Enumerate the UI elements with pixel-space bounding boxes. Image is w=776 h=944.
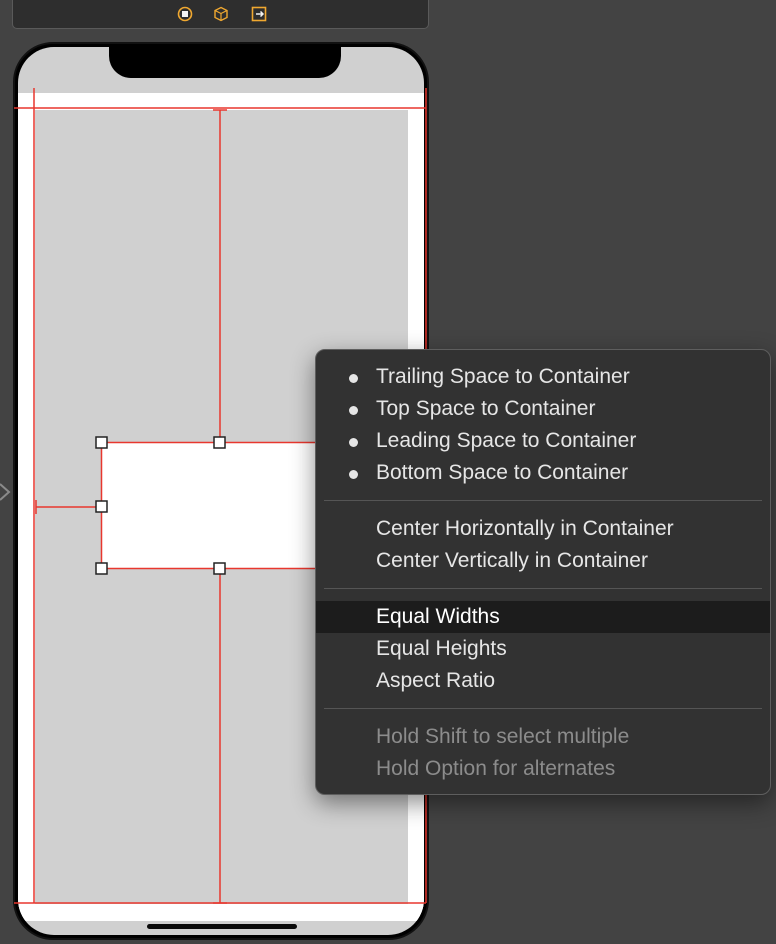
exit-icon[interactable] — [251, 6, 267, 22]
menu-hint-shift: Hold Shift to select multiple — [376, 725, 630, 748]
menu-item-top-space[interactable]: Top Space to Container — [316, 393, 770, 425]
menu-separator — [324, 588, 762, 589]
first-responder-icon[interactable] — [213, 6, 229, 22]
menu-hint-option: Hold Option for alternates — [376, 757, 616, 780]
menu-item-aspect-ratio[interactable]: Aspect Ratio — [316, 665, 770, 697]
home-indicator — [147, 924, 297, 929]
menu-item-center-vertically[interactable]: Center Vertically in Container — [316, 545, 770, 577]
selected-view[interactable] — [101, 442, 341, 569]
menu-item-trailing-space[interactable]: Trailing Space to Container — [316, 361, 770, 393]
menu-item-leading-space[interactable]: Leading Space to Container — [316, 425, 770, 457]
bullet-icon — [349, 438, 358, 447]
menu-separator — [324, 708, 762, 709]
safe-area-bottom — [18, 904, 424, 921]
menu-item-bottom-space[interactable]: Bottom Space to Container — [316, 457, 770, 489]
menu-item-equal-heights[interactable]: Equal Heights — [316, 633, 770, 665]
menu-separator — [324, 500, 762, 501]
safe-area-top — [18, 93, 424, 110]
storyboard-entry-arrow-icon — [0, 482, 12, 507]
bullet-icon — [349, 406, 358, 415]
menu-item-center-horizontally[interactable]: Center Horizontally in Container — [316, 513, 770, 545]
scene-dock-bar — [12, 0, 429, 29]
safe-area-left — [18, 93, 35, 921]
constraint-context-menu: Trailing Space to Container Top Space to… — [315, 349, 771, 795]
bullet-icon — [349, 374, 358, 383]
view-controller-icon[interactable] — [177, 6, 193, 22]
device-notch — [109, 47, 341, 78]
menu-item-equal-widths[interactable]: Equal Widths — [316, 601, 770, 633]
bullet-icon — [349, 470, 358, 479]
